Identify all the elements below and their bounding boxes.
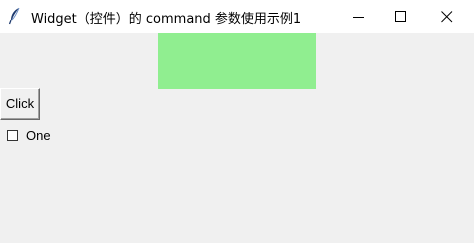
green-frame [158, 33, 316, 89]
maximize-button[interactable] [378, 0, 424, 33]
close-icon [441, 11, 453, 23]
maximize-icon [395, 11, 406, 22]
client-area: Click One [0, 33, 474, 243]
checkbox-box[interactable] [7, 129, 18, 141]
minimize-button[interactable] [336, 0, 382, 33]
minimize-icon [353, 17, 364, 18]
window-title: Widget（控件）的 command 参数使用示例1 [31, 12, 302, 27]
checkbox-label[interactable]: One [26, 128, 51, 143]
checkbox-one[interactable]: One [7, 128, 51, 143]
click-button[interactable]: Click [0, 88, 40, 120]
title-bar[interactable]: Widget（控件）的 command 参数使用示例1 [0, 0, 474, 33]
close-button[interactable] [424, 0, 470, 33]
app-window: Widget（控件）的 command 参数使用示例1 Click One [0, 0, 474, 243]
feather-icon [8, 7, 22, 25]
